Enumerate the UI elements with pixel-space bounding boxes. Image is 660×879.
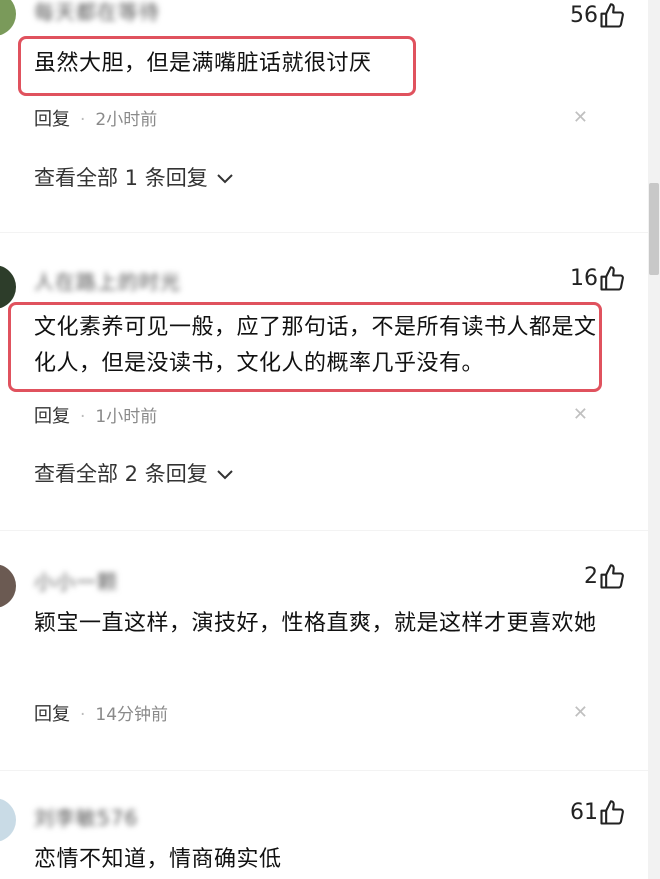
comment-meta: 回复 · 2小时前 [34, 109, 158, 130]
like-count: 61 [570, 800, 598, 825]
timestamp: 1小时前 [95, 407, 158, 427]
close-icon[interactable]: ✕ [573, 702, 588, 723]
timestamp: 2小时前 [95, 110, 158, 130]
chevron-down-icon [217, 174, 234, 184]
like-count: 56 [570, 3, 598, 28]
comment-text: 文化素养可见一般，应了那句话，不是所有读书人都是文化人，但是没读书，文化人的概率… [34, 315, 597, 376]
comment-username[interactable]: 人在路上的时光 [34, 266, 181, 295]
thumbs-up-icon[interactable] [598, 265, 626, 293]
like-count: 2 [584, 564, 598, 589]
divider [0, 232, 648, 233]
avatar[interactable] [0, 798, 16, 842]
comment-username[interactable]: 每天都在等待 [34, 0, 160, 25]
reply-button[interactable]: 回复 [34, 704, 70, 725]
comment-meta: 回复 · 1小时前 [34, 406, 158, 427]
view-replies-button[interactable]: 查看全部 1 条回复 [34, 162, 234, 192]
reply-button[interactable]: 回复 [34, 406, 70, 427]
divider [0, 770, 648, 771]
scrollbar-track[interactable] [648, 0, 660, 879]
view-replies-label: 查看全部 2 条回复 [34, 462, 208, 486]
reply-button[interactable]: 回复 [34, 109, 70, 130]
comment-meta: 回复 · 14分钟前 [34, 704, 169, 725]
comment-text: 虽然大胆，但是满嘴脏话就很讨厌 [34, 51, 372, 76]
comment-text: 恋情不知道，情商确实低 [34, 847, 282, 872]
divider [0, 530, 648, 531]
view-replies-button[interactable]: 查看全部 2 条回复 [34, 458, 234, 488]
comment-username[interactable]: 刘李敏576 [34, 802, 138, 831]
like-count: 16 [570, 266, 598, 291]
comment-text: 颖宝一直这样，演技好，性格直爽，就是这样才更喜欢她 [34, 611, 597, 636]
thumbs-up-icon[interactable] [598, 2, 626, 30]
scrollbar-thumb[interactable] [649, 183, 659, 275]
thumbs-up-icon[interactable] [598, 799, 626, 827]
close-icon[interactable]: ✕ [573, 404, 588, 425]
avatar[interactable] [0, 564, 16, 608]
comment-username[interactable]: 小小一颗 [34, 566, 118, 595]
thumbs-up-icon[interactable] [598, 563, 626, 591]
timestamp: 14分钟前 [95, 705, 169, 725]
chevron-down-icon [217, 470, 234, 480]
close-icon[interactable]: ✕ [573, 107, 588, 128]
view-replies-label: 查看全部 1 条回复 [34, 166, 208, 190]
avatar[interactable] [0, 0, 16, 36]
